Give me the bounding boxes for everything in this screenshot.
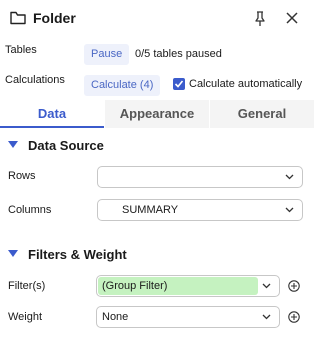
panel-header: Folder [0,0,314,38]
pause-button[interactable]: Pause [84,44,130,65]
weight-label: Weight [8,311,43,323]
rows-select[interactable] [97,166,303,188]
data-source-header[interactable]: Data Source [28,138,104,153]
tab-appearance[interactable]: Appearance [105,100,209,128]
calculations-label: Calculations [5,74,65,86]
weight-value: None [102,311,129,323]
checkmark-icon [174,80,184,88]
calculate-automatically-label[interactable]: Calculate automatically [189,78,302,90]
add-weight-icon[interactable] [288,311,300,323]
tab-general[interactable]: General [210,100,314,128]
rows-label: Rows [8,170,36,182]
weight-select[interactable]: None [96,306,280,328]
pin-icon[interactable] [253,11,267,27]
folder-icon [10,11,26,25]
chevron-down-icon [262,283,271,289]
calculate-button[interactable]: Calculate (4) [84,75,161,96]
collapse-caret-icon[interactable] [8,250,18,258]
close-icon[interactable] [286,12,298,24]
chevron-down-icon [285,207,294,213]
add-filter-icon[interactable] [288,280,300,292]
columns-label: Columns [8,204,52,216]
columns-value: SUMMARY [122,204,179,216]
tab-data[interactable]: Data [0,100,104,128]
filters-label: Filter(s) [8,280,46,292]
tab-bar: Data Appearance General [0,100,314,128]
filters-select[interactable]: (Group Filter) [96,275,280,297]
collapse-caret-icon[interactable] [8,141,18,149]
panel-title: Folder [33,10,76,26]
tables-status: 0/5 tables paused [135,48,222,60]
chevron-down-icon [285,174,294,180]
filters-weight-header[interactable]: Filters & Weight [28,247,127,262]
columns-select[interactable]: SUMMARY [97,199,303,221]
tables-label: Tables [5,44,37,56]
calculate-automatically-checkbox[interactable] [173,78,185,90]
chevron-down-icon [262,314,271,320]
filters-value: (Group Filter) [102,280,168,292]
